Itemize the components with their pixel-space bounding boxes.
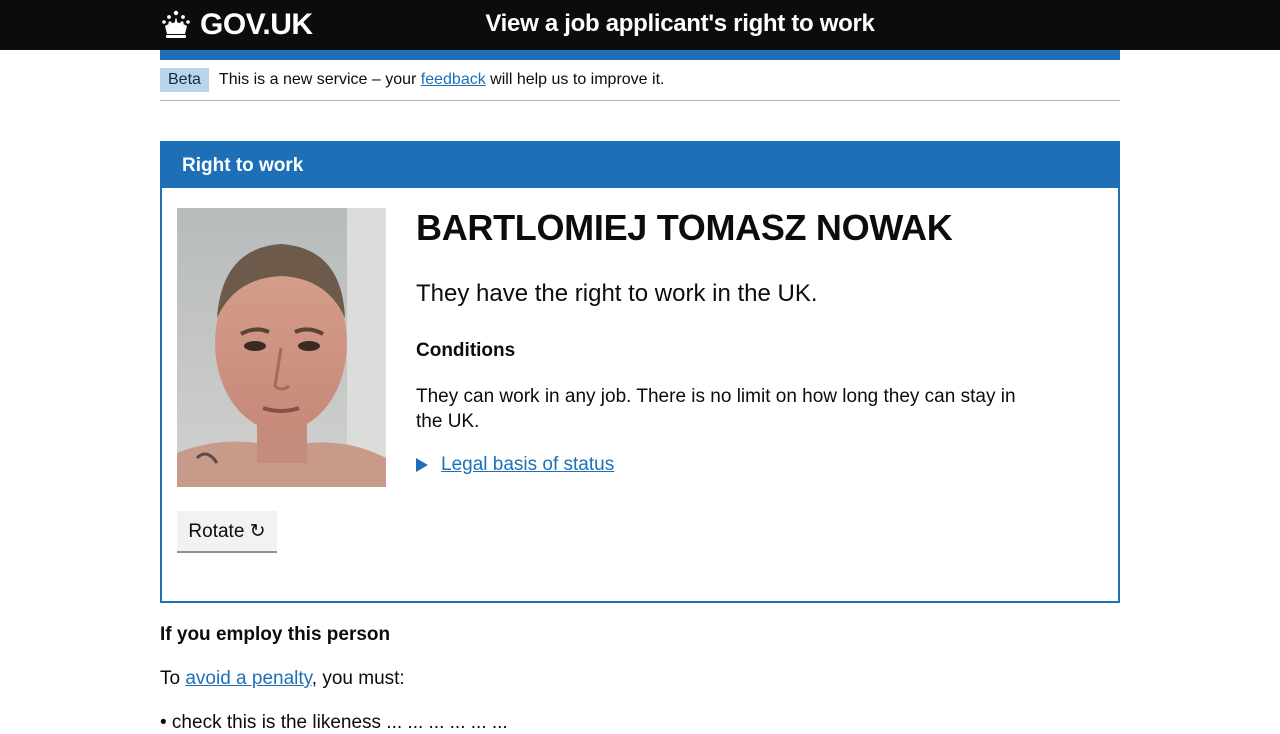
crown-icon xyxy=(162,10,190,38)
legal-basis-details-toggle[interactable]: Legal basis of status xyxy=(416,454,614,476)
logo-text: GOV.UK xyxy=(200,8,313,41)
applicant-photo-image xyxy=(177,208,386,487)
penalty-text-after: , you must: xyxy=(311,668,405,689)
header-blue-strip xyxy=(160,50,1120,60)
conditions-text: They can work in any job. There is no li… xyxy=(416,386,1016,432)
right-to-work-status: They have the right to work in the UK. xyxy=(416,280,818,307)
triangle-right-icon xyxy=(416,458,428,472)
site-header: GOV.UK View a job applicant's right to w… xyxy=(0,0,1280,50)
applicant-photo xyxy=(177,208,386,487)
conditions-heading: Conditions xyxy=(416,340,516,361)
govuk-logo-link[interactable]: GOV.UK xyxy=(160,6,313,44)
avoid-penalty-link[interactable]: avoid a penalty xyxy=(185,668,311,689)
employ-heading: If you employ this person xyxy=(160,624,391,645)
feedback-link[interactable]: feedback xyxy=(421,71,486,88)
beta-tag: Beta xyxy=(160,68,209,92)
card-header: Right to work xyxy=(162,143,1118,188)
rotate-button[interactable]: Rotate ↻ xyxy=(177,511,277,551)
phase-banner-text: This is a new service – your feedback wi… xyxy=(219,71,665,89)
service-name-link[interactable]: View a job applicant's right to work xyxy=(420,10,940,38)
cut-off-list-item: • check this is the likeness ... ... ...… xyxy=(160,712,508,733)
applicant-name: BARTLOMIEJ TOMASZ NOWAK xyxy=(416,207,953,248)
penalty-text-before: To xyxy=(160,668,186,689)
legal-basis-link[interactable]: Legal basis of status xyxy=(441,454,614,476)
phase-text-before: This is a new service – your xyxy=(218,71,421,88)
phase-banner: Beta This is a new service – your feedba… xyxy=(160,60,1120,101)
right-to-work-card: Right to work Rotate ↻ BARTLOMIEJ TOMASZ… xyxy=(160,141,1120,603)
phase-text-after: will help us to improve it. xyxy=(485,71,665,88)
penalty-text: To avoid a penalty, you must: xyxy=(160,668,405,690)
